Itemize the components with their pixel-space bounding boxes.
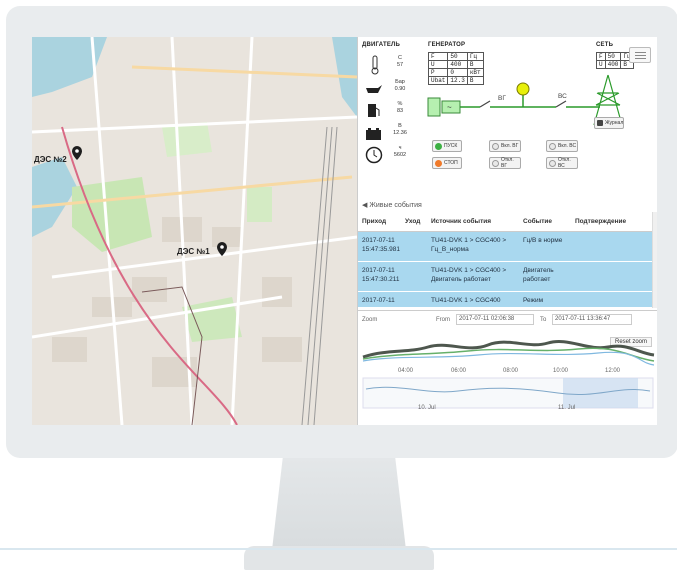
pin-label-des2[interactable]: ДЭС №2 <box>34 155 67 164</box>
city-map[interactable]: ДЭС №2 ДЭС №1 <box>32 37 357 425</box>
pin-label-des1[interactable]: ДЭС №1 <box>177 247 210 256</box>
events-title: Живые события <box>369 201 422 209</box>
events-header: ◀ Живые события <box>362 201 422 210</box>
screen: ДЭС №2 ДЭС №1 ДВИГАТЕЛЬ ГЕНЕРАТОР СЕТЬ C… <box>32 37 657 425</box>
x-tick: 10:00 <box>553 368 569 374</box>
table-row[interactable]: 2017-07-11 15:47:30.211 TU41-DVK 1 > CGC… <box>358 262 652 292</box>
control-panel: ДВИГАТЕЛЬ ГЕНЕРАТОР СЕТЬ C 57 Бар 0.90 %… <box>357 37 657 425</box>
monitor-stand <box>272 458 406 550</box>
nav-tick: 11. Jul <box>558 405 576 411</box>
grid-off-icon <box>549 159 556 167</box>
grid-on-button[interactable]: Вкл. ВС <box>546 140 578 152</box>
col-leave[interactable]: Уход <box>405 217 431 226</box>
floor-line <box>0 548 677 550</box>
x-tick: 04:00 <box>398 368 414 374</box>
gen-on-button[interactable]: Вкл. ВГ <box>489 140 521 152</box>
to-date-input[interactable]: 2017-07-11 13:36:47 <box>552 314 632 325</box>
x-tick: 06:00 <box>451 368 467 374</box>
engine-temp-unit: C <box>398 55 402 61</box>
gen-off-icon <box>492 159 499 167</box>
col-ack[interactable]: Подтверждение <box>575 217 652 226</box>
chart-plot[interactable] <box>358 333 657 423</box>
col-arrive[interactable]: Приход <box>358 217 405 226</box>
col-event[interactable]: Событие <box>523 217 575 226</box>
breaker-gen-icon <box>479 100 491 108</box>
nav-tick: 10. Jul <box>418 405 436 411</box>
engine-title: ДВИГАТЕЛЬ <box>362 42 400 48</box>
col-source[interactable]: Источник события <box>431 217 523 226</box>
gen-off-button[interactable]: Откл. ВГ <box>489 157 521 169</box>
grid-off-button[interactable]: Откл. ВС <box>546 157 578 169</box>
from-label: From <box>436 317 450 323</box>
stop-button[interactable]: СТОП <box>432 157 462 169</box>
engine-block-icon <box>427 97 441 117</box>
menu-button[interactable] <box>629 47 651 63</box>
grid-on-icon <box>549 142 556 150</box>
lamp-icon <box>516 82 530 96</box>
stop-icon <box>435 159 442 167</box>
map-graphics <box>32 37 357 425</box>
generator-title: ГЕНЕРАТОР <box>428 42 466 48</box>
megaphone-icon: ◀ <box>362 202 368 209</box>
from-date-input[interactable]: 2017-07-11 02:06:38 <box>456 314 534 325</box>
x-tick: 12:00 <box>605 368 621 374</box>
grid-title: СЕТЬ <box>596 42 614 48</box>
breaker-gen-label: ВГ <box>498 95 506 102</box>
events-table-header: Приход Уход Источник события Событие Под… <box>358 212 652 232</box>
breaker-grid-label: ВС <box>558 93 567 100</box>
x-tick: 08:00 <box>503 368 519 374</box>
start-button[interactable]: ПУСК <box>432 140 462 152</box>
gen-on-icon <box>492 142 499 150</box>
table-row[interactable]: 2017-07-11 15:47:35.981 TU41-DVK 1 > CGC… <box>358 232 652 262</box>
start-icon <box>435 142 442 150</box>
journal-icon <box>597 120 603 126</box>
journal-button[interactable]: Журнал <box>594 117 624 129</box>
svg-text:~: ~ <box>447 103 452 112</box>
events-scrollbar[interactable] <box>652 212 657 308</box>
events-table: Приход Уход Источник события Событие Под… <box>358 212 652 308</box>
table-row[interactable]: 2017-07-11 TU41-DVK 1 > CGC400 Режим <box>358 292 652 308</box>
zoom-label: Zoom <box>362 317 378 323</box>
breaker-grid-icon <box>555 100 567 108</box>
to-label: To <box>540 317 547 323</box>
trend-chart: Zoom From 2017-07-11 02:06:38 To 2017-07… <box>358 310 657 425</box>
